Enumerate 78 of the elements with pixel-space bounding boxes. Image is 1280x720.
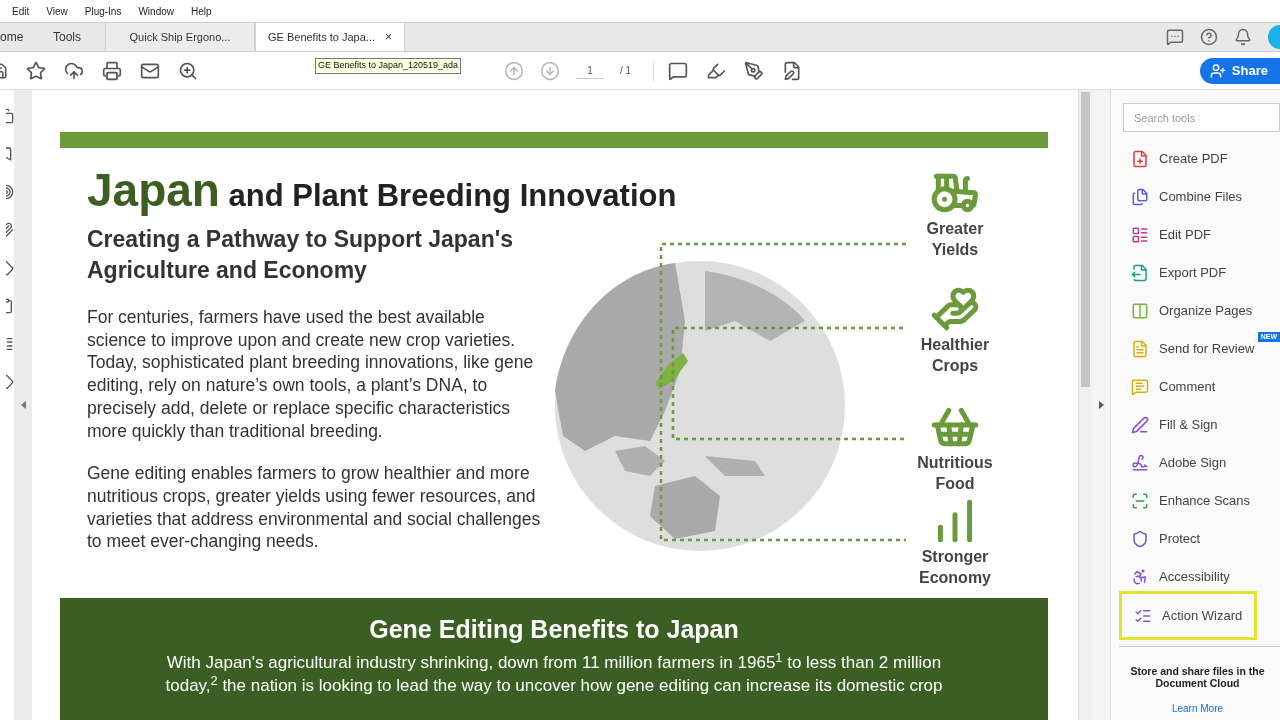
tool-label: Protect	[1159, 530, 1201, 549]
document-title: Japan and Plant Breeding Innovation	[87, 163, 677, 218]
tool-label: Edit PDF	[1159, 226, 1211, 245]
scrollbar-thumb[interactable]	[1081, 92, 1090, 387]
nav-tab[interactable]: ome	[0, 23, 53, 51]
tool-label: Action Wizard	[1162, 606, 1243, 625]
file-export-icon	[1131, 264, 1149, 282]
menu-item[interactable]: Plug-Ins	[84, 4, 122, 19]
tool-item[interactable]: Combine Files	[1119, 178, 1280, 216]
notification-icon[interactable]	[1234, 28, 1252, 46]
document-tab[interactable]: GE Benefits to Japa... ×	[255, 23, 405, 51]
tool-item[interactable]: Create PDF	[1119, 140, 1280, 178]
tab-label: GE Benefits to Japa...	[268, 29, 375, 45]
edit-document-icon[interactable]	[782, 60, 803, 81]
benefit-label: Nutritious Food	[917, 453, 993, 494]
menu-item[interactable]: Help	[191, 4, 212, 19]
chat-icon[interactable]	[1166, 28, 1184, 46]
tool-label: Fill & Sign	[1159, 416, 1218, 435]
upload-icon[interactable]	[64, 60, 84, 81]
tool-label: Comment	[1159, 378, 1216, 397]
banner-heading: Gene Editing Benefits to Japan	[369, 614, 739, 645]
tool-item[interactable]: Protect	[1119, 520, 1280, 558]
tooltip: GE Benefits to Japan_120519_ada	[315, 58, 462, 74]
body-paragraph: For centuries, farmers have used the best available science to improve upon and create new crop varieties. Today, sophisticated plant breeding innovations, like gene editing, rely on nature’s own tools, a plant’s DNA, to precisely add, delete or replace specific characteristics more quickly than traditional breeding.	[87, 306, 535, 443]
tool-label: Export PDF	[1159, 264, 1227, 283]
tool-label: Send for Review	[1159, 340, 1255, 359]
pen-icon[interactable]	[744, 60, 765, 81]
learn-more-link[interactable]: Learn More	[1171, 701, 1224, 716]
tool-label: Organize Pages	[1159, 302, 1253, 321]
files-icon	[1131, 188, 1149, 206]
tool-label: Accessibility	[1159, 568, 1230, 587]
page-number-field[interactable]: 1	[576, 62, 604, 79]
add-user-icon	[1209, 62, 1226, 79]
tab-label: Quick Ship Ergono...	[129, 29, 231, 45]
tool-item[interactable]: Fill & Sign	[1119, 406, 1280, 444]
tool-item[interactable]: Organize Pages	[1119, 292, 1280, 330]
banner-text: With Japan's agricultural industry shrinking, down from 11 million farmers in 1965$^{1}$ to less than 2 million today,$^{2}$ the nation is looking to lead the way to uncover how gene editing can increase its domestic crop	[165, 651, 943, 697]
share-button[interactable]: Share	[1199, 57, 1280, 84]
tool-label: Enhance Scans	[1159, 492, 1251, 511]
scan-icon	[1131, 492, 1149, 510]
star-icon[interactable]	[26, 60, 46, 81]
benefit-label: Stronger Economy	[919, 547, 991, 588]
expand-arrow-icon[interactable]	[1098, 401, 1104, 409]
page-count: / 1	[620, 64, 632, 78]
tool-label: Combine Files	[1159, 188, 1243, 207]
body-paragraph: Gene editing enables farmers to grow healthier and more nutritious crops, greater yields using fewer resources, and varieties that address environmental and social challenges to meet ever-changing needs.	[87, 462, 542, 554]
close-button[interactable]: ×	[385, 28, 392, 46]
file-plus-icon	[1131, 150, 1149, 168]
comment-icon[interactable]	[668, 60, 689, 81]
document-subtitle: Creating a Pathway to Support Japan's Agriculture and Economy	[87, 225, 514, 285]
document-tab[interactable]: Quick Ship Ergono...	[105, 23, 255, 51]
menu-item[interactable]: Edit	[12, 4, 30, 19]
pen-icon	[1131, 416, 1149, 434]
tool-item[interactable]: Edit PDF	[1119, 216, 1280, 254]
comment-icon	[1131, 378, 1149, 396]
tool-item[interactable]: Comment	[1119, 368, 1280, 406]
signature-icon	[1131, 454, 1149, 472]
search-icon[interactable]	[178, 60, 198, 81]
help-icon[interactable]	[1200, 28, 1218, 46]
tool-item[interactable]: Adobe Sign	[1119, 444, 1280, 482]
tool-item[interactable]: Action Wizard	[1119, 591, 1257, 640]
search-field[interactable]: Search tools	[1123, 103, 1280, 132]
benefit-label: Greater Yields	[926, 219, 984, 260]
menu-item[interactable]: Window	[138, 4, 174, 19]
highlighter-icon[interactable]	[706, 60, 727, 81]
tool-item[interactable]: Export PDF	[1119, 254, 1280, 292]
tool-label: Create PDF	[1159, 150, 1228, 169]
tool-label: Adobe Sign	[1159, 454, 1227, 473]
cloud-promo-text: Store and share files in the Document Cloud	[1129, 665, 1266, 689]
menu-item[interactable]: View	[46, 4, 68, 19]
shield-icon	[1131, 530, 1149, 548]
accessibility-icon	[1131, 568, 1149, 586]
benefit-label: Healthier Crops	[920, 335, 990, 376]
collapse-arrow-icon[interactable]	[20, 401, 26, 409]
tool-item[interactable]: Enhance Scans	[1119, 482, 1280, 520]
document-icon	[1131, 340, 1149, 358]
nav-tab[interactable]: Tools	[53, 23, 105, 51]
print-icon[interactable]	[102, 60, 122, 81]
